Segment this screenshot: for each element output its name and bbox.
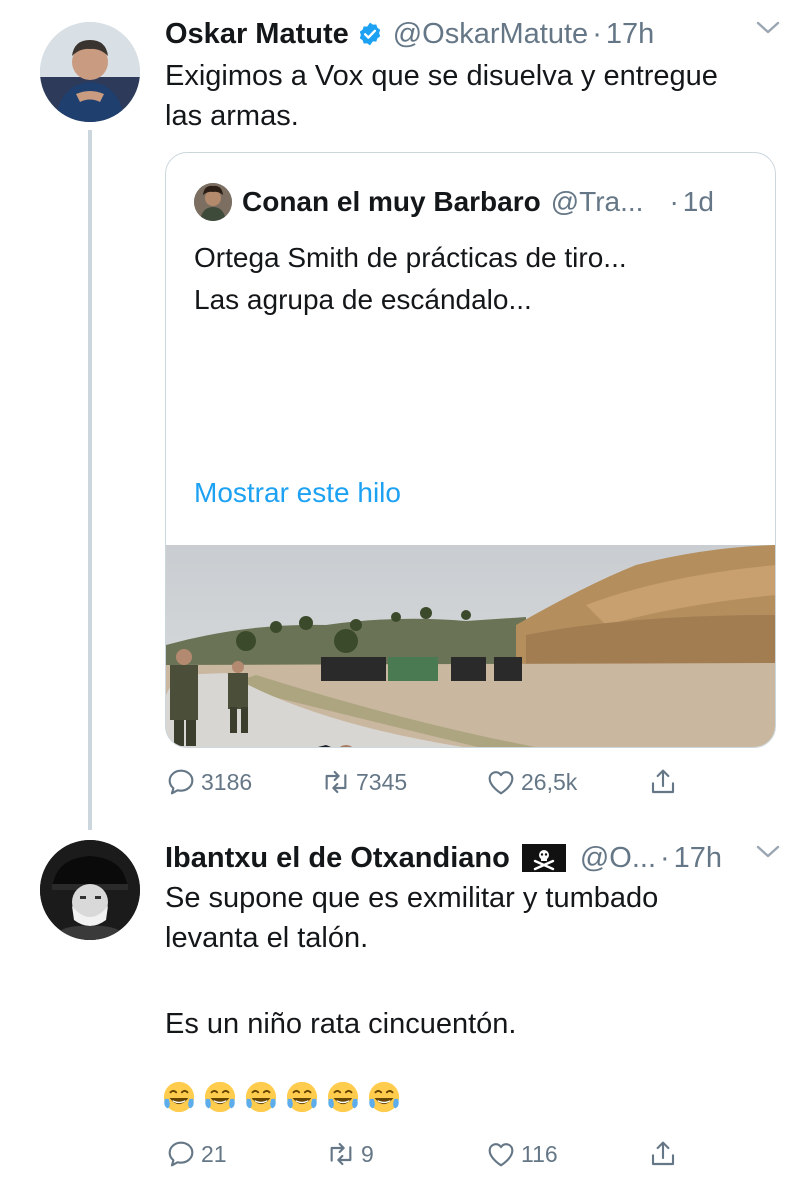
tweet-text-line: Es un niño rata cincuentón. bbox=[165, 1008, 517, 1040]
tweet-actions: 21 9 116 bbox=[165, 1134, 807, 1174]
quoted-header: Conan el muy Barbaro @Tra... · 1d bbox=[242, 181, 745, 223]
verified-icon bbox=[359, 22, 380, 46]
joy-emoji bbox=[327, 1081, 359, 1113]
tweet-header: Ibantxu el de Otxandiano @O... · 17h bbox=[165, 838, 787, 878]
reply-count: 21 bbox=[201, 1140, 227, 1167]
quoted-text: Ortega Smith de prácticas de tiro... Las… bbox=[194, 237, 755, 321]
reply-count: 3186 bbox=[201, 768, 253, 795]
quoted-text-line: Ortega Smith de prácticas de tiro... bbox=[194, 242, 627, 273]
joy-emoji bbox=[368, 1081, 400, 1113]
author-name[interactable]: Oskar Matute bbox=[165, 18, 349, 51]
separator-dot: · bbox=[660, 841, 670, 874]
joy-emoji bbox=[286, 1081, 318, 1113]
like-count: 116 bbox=[521, 1140, 558, 1167]
like-icon bbox=[488, 1143, 514, 1167]
tweet-text-line: Se supone que es exmilitar y tumbado bbox=[165, 882, 659, 914]
author-handle[interactable]: @OskarMatute bbox=[393, 18, 588, 51]
tweet-oskar-matute[interactable]: Oskar Matute @OskarMatute · 17h Exigimos… bbox=[0, 0, 807, 830]
share-icon bbox=[651, 1141, 675, 1166]
avatar-ibantxu[interactable] bbox=[40, 840, 140, 940]
quoted-time: 1d bbox=[682, 186, 714, 217]
joy-emoji bbox=[163, 1081, 195, 1113]
reply-button[interactable]: 3186 bbox=[165, 762, 252, 802]
pirate-flag-icon bbox=[521, 844, 566, 872]
like-button[interactable]: 116 bbox=[485, 1134, 558, 1174]
avatar-oskar-matute[interactable] bbox=[40, 22, 140, 122]
share-icon bbox=[651, 769, 675, 794]
separator-dot: · bbox=[592, 17, 602, 50]
tweet-text: Exigimos a Vox que se disuelva y entregu… bbox=[165, 56, 777, 136]
like-icon bbox=[488, 771, 514, 795]
like-count: 26,5k bbox=[521, 768, 578, 795]
quoted-tweet[interactable]: Conan el muy Barbaro @Tra... · 1d Ortega… bbox=[165, 152, 776, 748]
tweet-time[interactable]: 17h bbox=[674, 842, 722, 875]
retweet-icon bbox=[330, 1142, 352, 1166]
tweet-header: Oskar Matute @OskarMatute · 17h bbox=[165, 14, 787, 54]
retweet-count: 9 bbox=[361, 1140, 374, 1167]
thread-line bbox=[88, 130, 92, 830]
reply-icon bbox=[168, 769, 194, 795]
separator-dot: · bbox=[669, 186, 679, 217]
retweet-button[interactable]: 7345 bbox=[320, 762, 407, 802]
tweet-text: Se supone que es exmilitar y tumbado lev… bbox=[165, 878, 777, 958]
tweet-time[interactable]: 17h bbox=[606, 18, 654, 51]
tweet-ibantxu[interactable]: Ibantxu el de Otxandiano @O... · 17h Se … bbox=[0, 830, 807, 1200]
quoted-text-line: Las agrupa de escándalo... bbox=[194, 284, 532, 315]
retweet-count: 7345 bbox=[356, 768, 408, 795]
tweet-text-line: levanta el talón. bbox=[165, 922, 369, 954]
reply-icon bbox=[168, 1141, 194, 1167]
tweet-text-line: las armas. bbox=[165, 100, 299, 132]
reply-button[interactable]: 21 bbox=[165, 1134, 227, 1174]
joy-emoji bbox=[204, 1081, 236, 1113]
share-button[interactable] bbox=[647, 762, 683, 802]
chevron-down-icon[interactable] bbox=[755, 844, 781, 860]
author-name[interactable]: Ibantxu el de Otxandiano bbox=[165, 842, 510, 875]
quoted-video-thumbnail[interactable] bbox=[166, 545, 776, 748]
joy-emoji bbox=[245, 1081, 277, 1113]
quoted-author-handle[interactable]: @Tra... bbox=[551, 186, 644, 218]
tweet-actions: 3186 7345 26,5k bbox=[165, 762, 807, 802]
chevron-down-icon[interactable] bbox=[755, 20, 781, 36]
retweet-icon bbox=[325, 770, 347, 794]
quoted-author-name[interactable]: Conan el muy Barbaro bbox=[242, 186, 541, 218]
share-button[interactable] bbox=[647, 1134, 683, 1174]
like-button[interactable]: 26,5k bbox=[485, 762, 577, 802]
emoji-row bbox=[162, 1080, 401, 1114]
show-thread-link[interactable]: Mostrar este hilo bbox=[194, 477, 401, 509]
retweet-button[interactable]: 9 bbox=[325, 1134, 374, 1174]
quoted-avatar bbox=[194, 183, 232, 221]
tweet-text-line: Exigimos a Vox que se disuelva y entregu… bbox=[165, 60, 718, 92]
author-handle[interactable]: @O... bbox=[580, 842, 656, 875]
